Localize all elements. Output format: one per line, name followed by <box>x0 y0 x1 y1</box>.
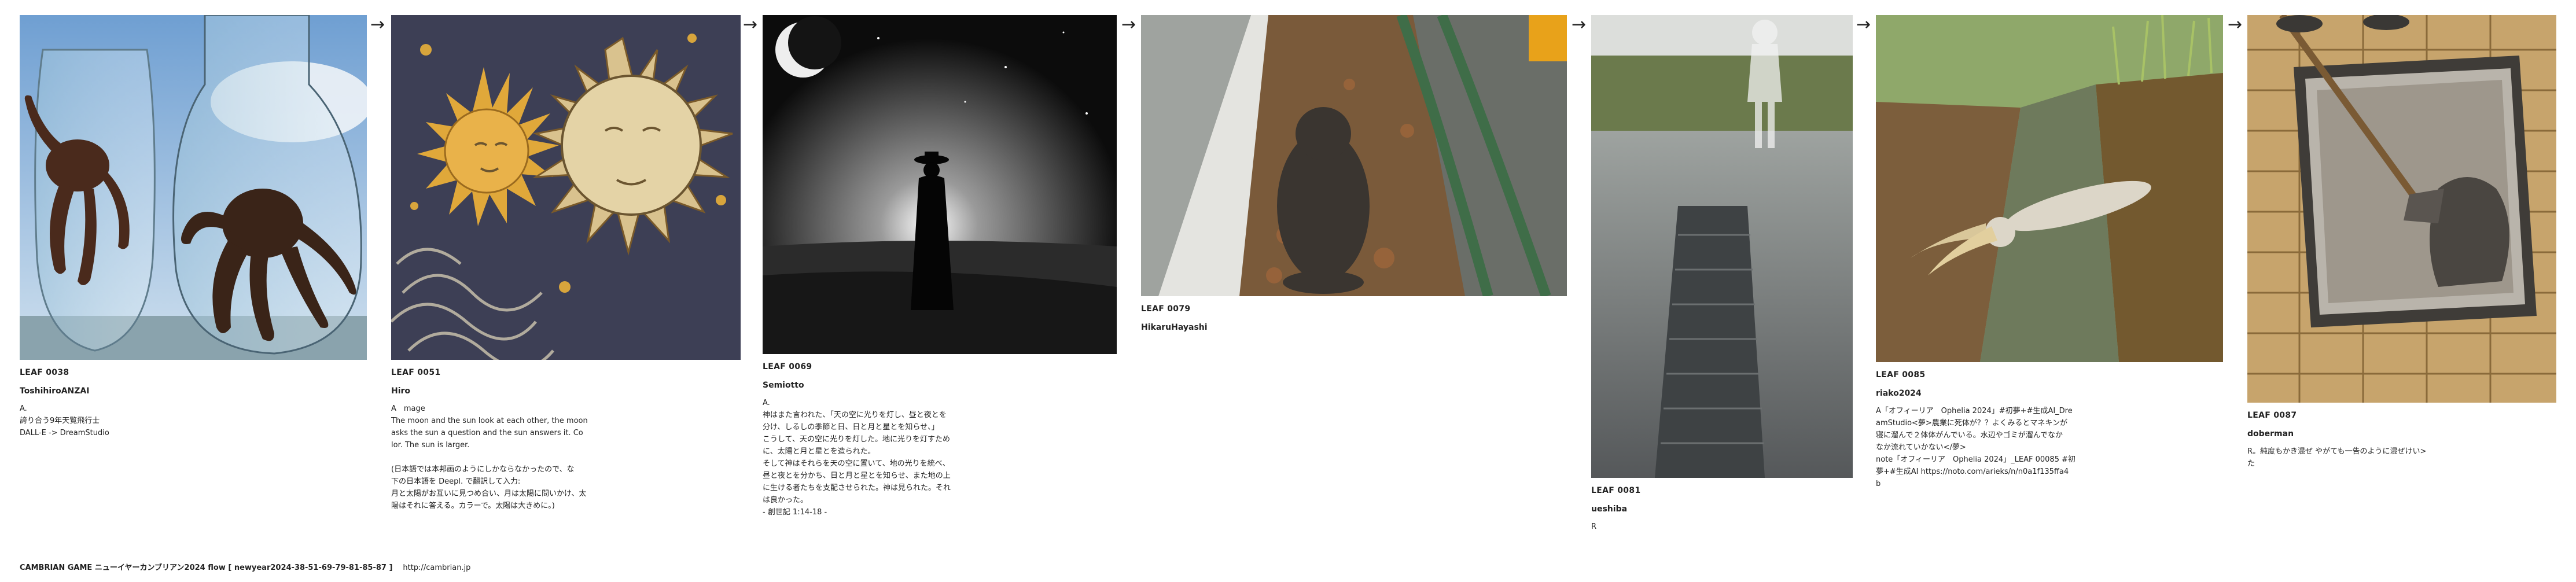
leaf-text: R <box>1591 522 1597 531</box>
flow-arrow-icon: → <box>743 14 758 35</box>
leaf-image-moon-silhouette[interactable] <box>763 15 1117 354</box>
leaf-card-0051: LEAF 0051 Hiro A mage The moon and the s… <box>391 15 741 512</box>
leaf-text: R。純度もかき混ぜ やがても一告のように混ぜけい> た <box>2247 447 2427 468</box>
leaf-card-0085: LEAF 0085 riako2024 A「オフィーリア Ophelia 202… <box>1876 15 2223 490</box>
leaf-id: LEAF 0085 <box>1876 370 1926 380</box>
page-footer: CAMBRIAN GAME ニューイヤーカンブリアン2024 flow [ ne… <box>20 561 470 572</box>
flow-arrow-icon: → <box>1572 14 1587 35</box>
leaf-card-0087: LEAF 0087 doberman R。純度もかき混ぜ やがても一告のように混… <box>2247 15 2556 470</box>
leaf-author[interactable]: ToshihiroANZAI <box>20 386 367 396</box>
leaf-author[interactable]: doberman <box>2247 429 2556 439</box>
leaf-author[interactable]: Hiro <box>391 386 741 396</box>
leaf-image-mortar-tray[interactable] <box>2247 15 2556 403</box>
leaf-id: LEAF 0069 <box>763 362 812 371</box>
leaf-image-monkey-roadside[interactable] <box>1141 15 1567 296</box>
leaf-card-0069: LEAF 0069 Semiotto A. 神はまた言われた、「天の空に光りを灯… <box>763 15 1117 518</box>
flow-arrow-icon: → <box>370 14 385 35</box>
leaf-text: A mage The moon and the sun look at each… <box>391 404 588 510</box>
leaf-card-0038: LEAF 0038 ToshihiroANZAI A. 誇り合う9年天覧飛行士 … <box>20 15 367 439</box>
leaf-image-octopus-jars[interactable] <box>20 15 367 360</box>
leaf-author[interactable]: Semiotto <box>763 381 1117 390</box>
leaf-text: A. 神はまた言われた、「天の空に光りを灯し、昼と夜とを 分け、しるしの季節と日… <box>763 399 951 517</box>
leaf-author[interactable]: HikaruHayashi <box>1141 323 1567 332</box>
leaf-id: LEAF 0051 <box>391 368 441 377</box>
flow-arrow-icon: → <box>1856 14 1871 35</box>
leaf-card-0081: LEAF 0081 ueshiba R <box>1591 15 1853 533</box>
leaf-card-0079: LEAF 0079 HikaruHayashi <box>1141 15 1567 339</box>
leaf-id: LEAF 0079 <box>1141 304 1191 314</box>
flow-arrow-icon: → <box>2228 14 2243 35</box>
leaf-id: LEAF 0081 <box>1591 486 1641 495</box>
leaf-image-sun-moon[interactable] <box>391 15 741 360</box>
footer-url-link[interactable]: http://cambrian.jp <box>403 563 470 572</box>
leaf-text: A「オフィーリア Ophelia 2024」#初夢+#生成AI_Dre amSt… <box>1876 407 2075 488</box>
flow-arrow-icon: → <box>1121 14 1136 35</box>
leaf-id: LEAF 0038 <box>20 368 69 377</box>
footer-title: CAMBRIAN GAME ニューイヤーカンブリアン2024 flow [ ne… <box>20 563 393 572</box>
leaf-author[interactable]: riako2024 <box>1876 389 2223 398</box>
leaf-image-ghost-road[interactable] <box>1591 15 1853 478</box>
leaf-image-ophelia-canal[interactable] <box>1876 15 2223 362</box>
leaf-id: LEAF 0087 <box>2247 411 2297 420</box>
leaf-text: A. 誇り合う9年天覧飛行士 DALL-E -> DreamStudio <box>20 404 109 437</box>
leaf-author[interactable]: ueshiba <box>1591 504 1853 514</box>
